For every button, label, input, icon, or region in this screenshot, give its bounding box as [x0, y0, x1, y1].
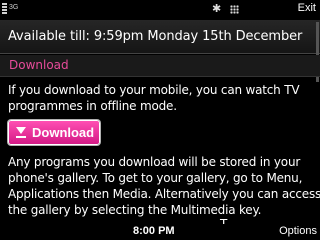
intro-line: programmes in offline mode.: [8, 99, 177, 113]
network-indicator: 3G: [9, 4, 19, 11]
info-line: phone's gallery. To get to your gallery,…: [8, 171, 303, 185]
menu-grid-icon: [230, 5, 239, 14]
info-line: Applications then Media. Alternatively y…: [8, 187, 320, 201]
availability-text: Available till: 9:59pm Monday 15th Decem…: [8, 29, 303, 44]
info-line: the gallery by selecting the Multimedia …: [8, 203, 262, 217]
options-button[interactable]: Options: [279, 225, 317, 237]
availability-bar: Available till: 9:59pm Monday 15th Decem…: [0, 20, 320, 54]
info-paragraph: Any programs you download will be stored…: [8, 154, 320, 218]
status-bar: 3G ✱ Exit: [0, 0, 320, 20]
bluetooth-icon: ✱: [212, 2, 222, 15]
info-line: Any programs you download will be stored…: [8, 155, 301, 169]
clock: 8:00 PM: [133, 225, 175, 237]
section-title: Download: [9, 58, 69, 72]
softkey-bar: 8:00 PM Options: [0, 224, 320, 240]
intro-line: If you download to your mobile, you can …: [8, 83, 300, 97]
download-section-header: Download: [0, 55, 320, 77]
signal-strength-icon: [2, 3, 7, 17]
download-button-label: Download: [32, 125, 95, 140]
download-button[interactable]: Download: [8, 120, 100, 145]
exit-button[interactable]: Exit: [298, 2, 316, 14]
download-arrow-icon: [15, 126, 27, 139]
intro-paragraph: If you download to your mobile, you can …: [8, 82, 300, 114]
